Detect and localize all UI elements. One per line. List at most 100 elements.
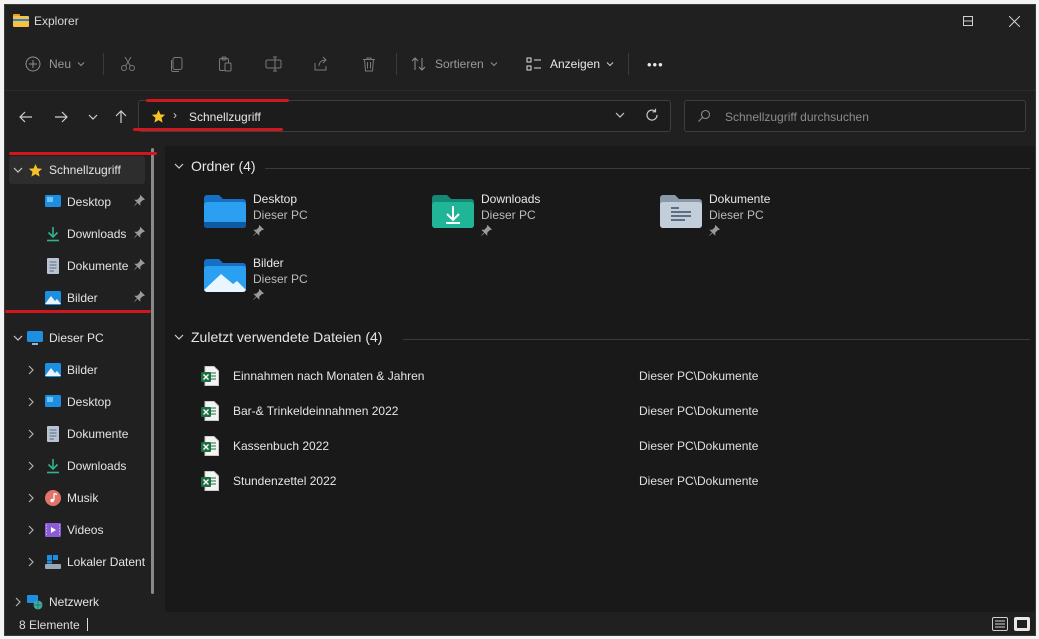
- download-icon: [45, 226, 61, 242]
- rename-button[interactable]: [265, 49, 283, 79]
- chevron-right-icon[interactable]: [9, 557, 45, 567]
- sidebar-item-this-pc[interactable]: Dieser PC: [9, 324, 145, 352]
- folder-tile-pictures[interactable]: Bilder Dieser PC: [203, 256, 413, 312]
- sidebar-item-label: Videos: [67, 523, 104, 537]
- details-view-icon: [992, 617, 1008, 631]
- folder-location: Dieser PC: [253, 272, 308, 286]
- sidebar-item-quick-downloads[interactable]: Downloads: [9, 220, 145, 248]
- breadcrumb-quick-access[interactable]: Schnellzugriff: [189, 110, 261, 124]
- search-box[interactable]: Schnellzugriff durchsuchen: [684, 100, 1026, 132]
- sidebar-item-quick-access[interactable]: Schnellzugriff: [9, 156, 145, 184]
- command-bar: Neu Sortieren Anzeigen •••: [5, 37, 1035, 91]
- title-bar[interactable]: Explorer: [5, 5, 1035, 37]
- pin-icon: [709, 224, 721, 239]
- new-button[interactable]: Neu: [25, 49, 85, 79]
- close-button[interactable]: [991, 5, 1035, 37]
- sidebar-item-pc-local-drive[interactable]: Lokaler Datentr: [9, 548, 145, 576]
- desktop-icon: [45, 394, 61, 410]
- content-pane: Ordner (4) Desktop Dieser PC Downloads D…: [165, 146, 1035, 612]
- recent-locations-button[interactable]: [82, 106, 104, 128]
- sidebar-scrollbar[interactable]: [151, 148, 154, 594]
- document-icon: [45, 426, 61, 442]
- chevron-right-icon[interactable]: [9, 461, 45, 471]
- sidebar-item-pc-videos[interactable]: Videos: [9, 516, 145, 544]
- chevron-right-icon[interactable]: [9, 365, 45, 375]
- folder-name: Downloads: [481, 192, 541, 206]
- refresh-icon[interactable]: [645, 108, 659, 122]
- recent-file-row[interactable]: Stundenzettel 2022 Dieser PC\Dokumente: [201, 469, 1001, 493]
- sidebar-item-pc-pictures[interactable]: Bilder: [9, 356, 145, 384]
- excel-file-icon: [201, 436, 219, 456]
- recent-file-row[interactable]: Einnahmen nach Monaten & Jahren Dieser P…: [201, 364, 1001, 388]
- sidebar-item-pc-documents[interactable]: Dokumente: [9, 420, 145, 448]
- documents-folder-icon: [660, 195, 702, 228]
- sidebar-item-label: Dieser PC: [49, 331, 104, 345]
- chevron-down-icon[interactable]: [173, 331, 185, 343]
- folder-name: Dokumente: [709, 192, 771, 206]
- sidebar-item-label: Desktop: [67, 395, 112, 409]
- excel-file-icon: [201, 401, 219, 421]
- sidebar-item-quick-pictures[interactable]: Bilder: [9, 284, 145, 312]
- sidebar-item-pc-music[interactable]: Musik: [9, 484, 145, 512]
- sort-icon: [411, 57, 426, 71]
- sidebar-item-label: Musik: [67, 491, 99, 505]
- chevron-down-icon[interactable]: [614, 109, 626, 121]
- tiles-view-button[interactable]: [1013, 616, 1031, 632]
- view-list-icon: [526, 57, 541, 71]
- status-bar: 8 Elemente: [5, 613, 1035, 635]
- view-button[interactable]: Anzeigen: [526, 49, 614, 79]
- cut-button[interactable]: [120, 49, 136, 79]
- back-button[interactable]: [15, 106, 37, 128]
- pin-icon: [253, 224, 265, 239]
- explorer-window: Explorer Neu Sortieren Anzeigen ••• › Sc…: [4, 4, 1036, 636]
- chevron-right-icon[interactable]: [9, 493, 45, 503]
- clipboard-icon: [219, 56, 232, 72]
- sidebar-item-network[interactable]: Netzwerk: [9, 588, 145, 616]
- annotation-mark: [146, 99, 289, 102]
- details-view-button[interactable]: [991, 616, 1009, 632]
- recent-file-row[interactable]: Bar-& Trinkeldeinnahmen 2022 Dieser PC\D…: [201, 399, 1001, 423]
- desktop-folder-icon: [204, 195, 246, 228]
- sidebar-item-pc-desktop[interactable]: Desktop: [9, 388, 145, 416]
- folders-section-header[interactable]: Ordner (4): [173, 158, 256, 174]
- chevron-right-icon[interactable]: [9, 597, 27, 607]
- pictures-icon: [45, 362, 61, 378]
- up-button[interactable]: [110, 106, 132, 128]
- sort-label: Sortieren: [435, 57, 484, 71]
- sidebar-item-pc-downloads[interactable]: Downloads: [9, 452, 145, 480]
- pin-icon: [134, 258, 145, 273]
- file-name: Bar-& Trinkeldeinnahmen 2022: [233, 404, 399, 418]
- paste-button[interactable]: [217, 49, 233, 79]
- forward-button[interactable]: [50, 106, 72, 128]
- pin-icon: [134, 194, 145, 209]
- maximize-button[interactable]: [945, 5, 991, 37]
- chevron-right-icon[interactable]: [9, 525, 45, 535]
- more-options-button[interactable]: •••: [647, 49, 664, 79]
- chevron-right-icon[interactable]: [9, 429, 45, 439]
- sidebar-item-quick-desktop[interactable]: Desktop: [9, 188, 145, 216]
- folder-tile-downloads[interactable]: Downloads Dieser PC: [431, 192, 641, 248]
- delete-button[interactable]: [361, 49, 377, 79]
- chevron-down-icon[interactable]: [9, 333, 27, 343]
- tiles-view-icon: [1014, 617, 1030, 631]
- sidebar-item-quick-documents[interactable]: Dokumente: [9, 252, 145, 280]
- copy-button[interactable]: [169, 49, 185, 79]
- folders-section-title: Ordner (4): [191, 158, 256, 174]
- chevron-right-icon[interactable]: [9, 397, 45, 407]
- recent-file-row[interactable]: Kassenbuch 2022 Dieser PC\Dokumente: [201, 434, 1001, 458]
- chevron-down-icon[interactable]: [173, 160, 185, 172]
- search-icon: [698, 109, 711, 122]
- annotation-mark: [9, 152, 157, 155]
- copy-icon: [171, 57, 183, 72]
- share-button[interactable]: [313, 49, 329, 79]
- sort-button[interactable]: Sortieren: [411, 49, 498, 79]
- chevron-down-icon[interactable]: [9, 165, 27, 175]
- toolbar-separator: [396, 53, 397, 75]
- folder-tile-desktop[interactable]: Desktop Dieser PC: [203, 192, 413, 248]
- recent-section-header[interactable]: Zuletzt verwendete Dateien (4): [173, 329, 382, 345]
- star-icon: [27, 162, 43, 178]
- file-name: Einnahmen nach Monaten & Jahren: [233, 369, 425, 383]
- folder-tile-documents[interactable]: Dokumente Dieser PC: [659, 192, 869, 248]
- annotation-mark: [5, 310, 151, 313]
- new-label: Neu: [49, 57, 72, 71]
